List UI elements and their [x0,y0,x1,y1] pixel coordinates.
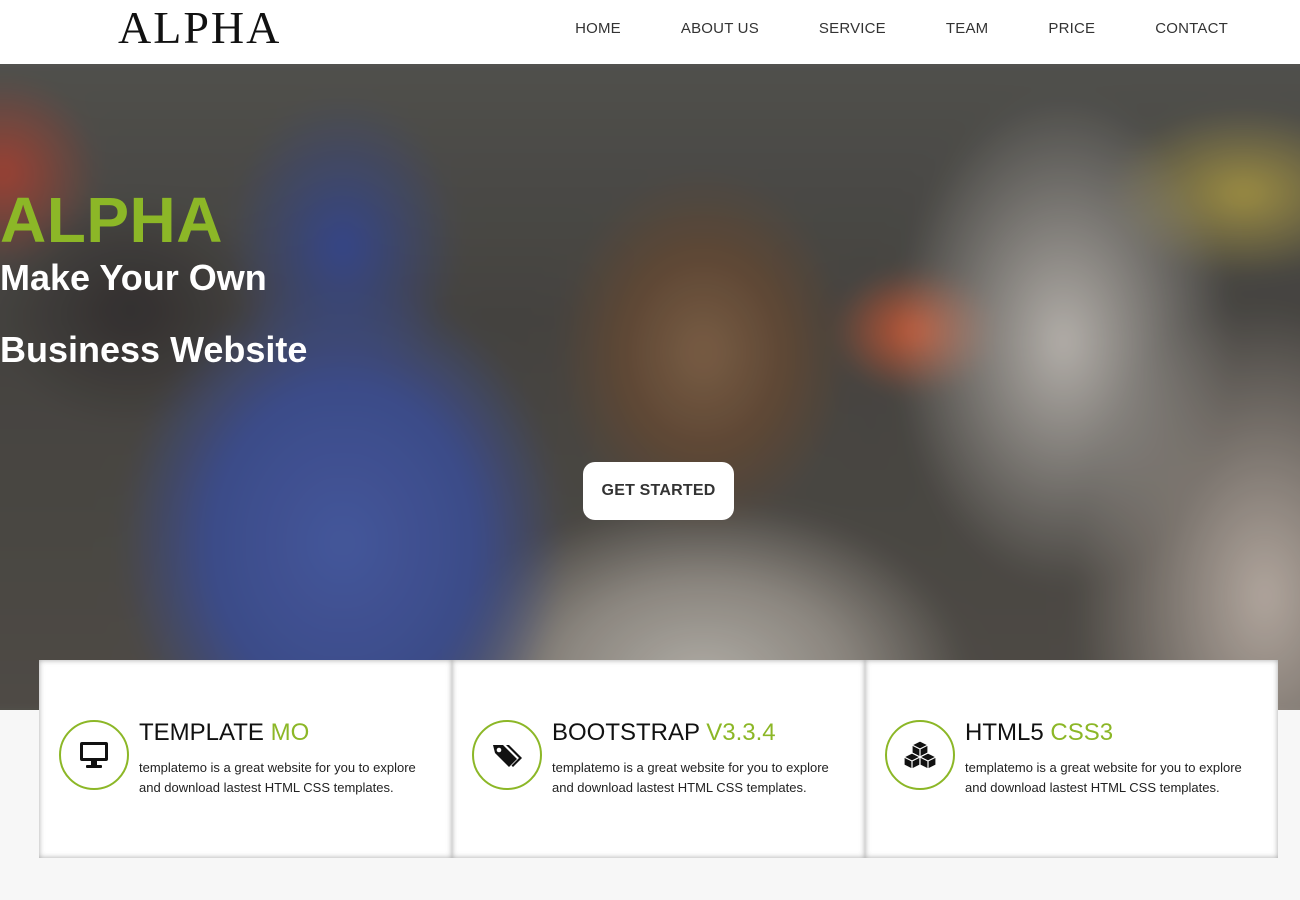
features-row: TEMPLATE MO templatemo is a great websit… [39,660,1278,858]
hero-headline-line-1: Make Your Own [0,257,267,298]
feature-description: templatemo is a great website for you to… [139,760,416,795]
site-logo[interactable]: ALPHA [118,4,281,52]
hero-brand-title: ALPHA [0,184,223,256]
feature-card-html5-css3: HTML5 CSS3 templatemo is a great website… [865,660,1278,858]
feature-title: BOOTSTRAP V3.3.4 [552,719,776,746]
nav-about-us[interactable]: ABOUT US [681,20,759,37]
feature-description: templatemo is a great website for you to… [965,760,1242,795]
nav-contact[interactable]: CONTACT [1155,20,1228,37]
hero-headline-line-2: Business Website [0,329,308,370]
feature-description: templatemo is a great website for you to… [552,760,829,795]
get-started-button[interactable]: GET STARTED [583,462,734,520]
nav-price[interactable]: PRICE [1048,20,1095,37]
feature-card-bootstrap: BOOTSTRAP V3.3.4 templatemo is a great w… [452,660,865,858]
feature-title: TEMPLATE MO [139,719,310,746]
feature-title: HTML5 CSS3 [965,719,1114,746]
feature-card-template-mo: TEMPLATE MO templatemo is a great websit… [39,660,452,858]
main-nav: HOME ABOUT US SERVICE TEAM PRICE CONTACT [575,0,1228,56]
hero-overlay [0,64,1300,710]
site-header: ALPHA HOME ABOUT US SERVICE TEAM PRICE C… [0,0,1300,64]
cubes-icon [885,720,955,790]
tags-icon [472,720,542,790]
monitor-icon [59,720,129,790]
nav-service[interactable]: SERVICE [819,20,886,37]
hero-section: ALPHA Make Your Own Business Website GET… [0,64,1300,710]
nav-team[interactable]: TEAM [946,20,988,37]
nav-home[interactable]: HOME [575,20,621,37]
